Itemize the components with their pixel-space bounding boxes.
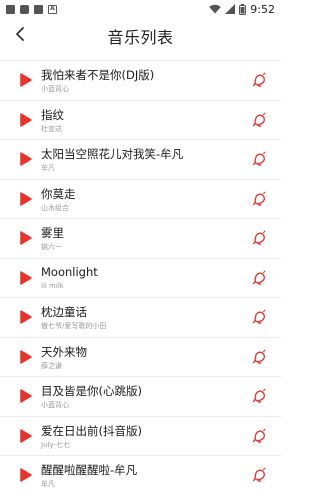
notification-icon (20, 4, 29, 14)
song-item[interactable]: 雾里 姚六一 (0, 218, 281, 258)
song-item[interactable]: 天外来物 薛之谦 (0, 336, 281, 377)
song-title: 指纹 (41, 107, 64, 122)
play-icon[interactable] (20, 310, 32, 324)
ringtone-bell-icon[interactable] (251, 428, 267, 444)
song-item[interactable]: 醒醒啦醒醒啦-牟凡牟凡 (0, 455, 281, 495)
song-artist: 小蓝背心 (41, 85, 69, 93)
song-title: 枕边童话 (41, 305, 87, 319)
song-artist: 姚六一 (41, 243, 62, 251)
song-item[interactable]: 枕边童话傲七爷/爱写歌的小田 (0, 297, 281, 337)
song-title: 太阳当空照花儿对我笑-牟凡 (41, 147, 184, 161)
song-artist: lil milk (41, 281, 64, 290)
ringtone-bell-icon[interactable] (251, 230, 267, 246)
ringtone-bell-icon[interactable] (251, 349, 267, 365)
song-title: 目及皆是你(心跳版) (41, 384, 142, 398)
play-icon[interactable] (20, 191, 32, 206)
song-artist: 牟凡 (41, 480, 55, 488)
song-title: 爱在日出前(抖音版) (41, 423, 142, 438)
play-icon[interactable] (20, 270, 32, 285)
signal-icon (225, 4, 236, 14)
battery-icon (239, 3, 247, 15)
system-icons: 9:52 (209, 3, 275, 16)
play-icon[interactable] (20, 428, 32, 443)
song-artist: 杜宣达 (41, 124, 62, 133)
ringtone-bell-icon[interactable] (251, 388, 267, 404)
song-artist: 山水组合 (41, 203, 69, 212)
ringtone-bell-icon[interactable] (251, 151, 267, 167)
song-artist: 薛之谦 (41, 361, 62, 370)
play-icon[interactable] (20, 73, 32, 87)
song-title: 雾里 (41, 226, 64, 240)
ringtone-bell-icon[interactable] (251, 467, 267, 483)
song-item[interactable]: Moonlight lil milk (0, 257, 281, 298)
song-item[interactable]: 目及皆是你(心跳版) 小蓝背心 (0, 376, 281, 416)
notification-icon (34, 4, 43, 14)
play-icon[interactable] (20, 112, 32, 127)
song-item[interactable]: 太阳当空照花儿对我笑-牟凡牟凡 (0, 139, 281, 179)
play-icon[interactable] (20, 468, 32, 482)
song-artist: July-七七 (41, 440, 70, 449)
nav-bar: 音乐列表 (0, 18, 281, 50)
ringtone-bell-icon[interactable] (251, 112, 267, 128)
ringtone-bell-icon[interactable] (251, 309, 267, 325)
play-icon[interactable] (20, 231, 32, 245)
song-item[interactable]: 指纹 杜宣达 (0, 99, 281, 140)
wifi-icon (209, 4, 222, 14)
song-title: 我怕来者不是你(DJ版) (41, 68, 155, 82)
song-item[interactable]: 你莫走 山水组合 (0, 178, 281, 219)
page-title: 音乐列表 (107, 28, 174, 47)
ringtone-bell-icon[interactable] (251, 72, 267, 88)
play-icon[interactable] (20, 152, 32, 166)
play-icon[interactable] (20, 349, 32, 364)
song-artist: 牟凡 (41, 164, 55, 172)
song-title: 你莫走 (41, 186, 76, 201)
song-artist: 傲七爷/爱写歌的小田 (41, 322, 107, 330)
song-artist: 小蓝背心 (41, 401, 69, 409)
notification-icons: A (6, 4, 57, 14)
song-item[interactable]: 爱在日出前(抖音版) July-七七 (0, 415, 281, 456)
song-title: 醒醒啦醒醒啦-牟凡 (41, 463, 138, 477)
song-title: 天外来物 (41, 344, 87, 359)
ringtone-bell-icon[interactable] (251, 270, 267, 286)
ringtone-bell-icon[interactable] (251, 191, 267, 207)
play-icon[interactable] (20, 389, 32, 403)
song-list: 我怕来者不是你(DJ版) 小蓝背心 指纹 杜宣达 太阳当空照花儿对我笑-牟凡 牟凡 你莫走山… (0, 60, 281, 495)
song-title: Moonlight (41, 264, 98, 279)
status-bar: A 9:52 (0, 0, 281, 18)
notification-icon (6, 4, 15, 14)
status-time: 9:52 (250, 2, 275, 16)
song-item[interactable]: 我怕来者不是你(DJ版) 小蓝背心 (0, 60, 281, 100)
notification-icon: A (48, 4, 57, 14)
